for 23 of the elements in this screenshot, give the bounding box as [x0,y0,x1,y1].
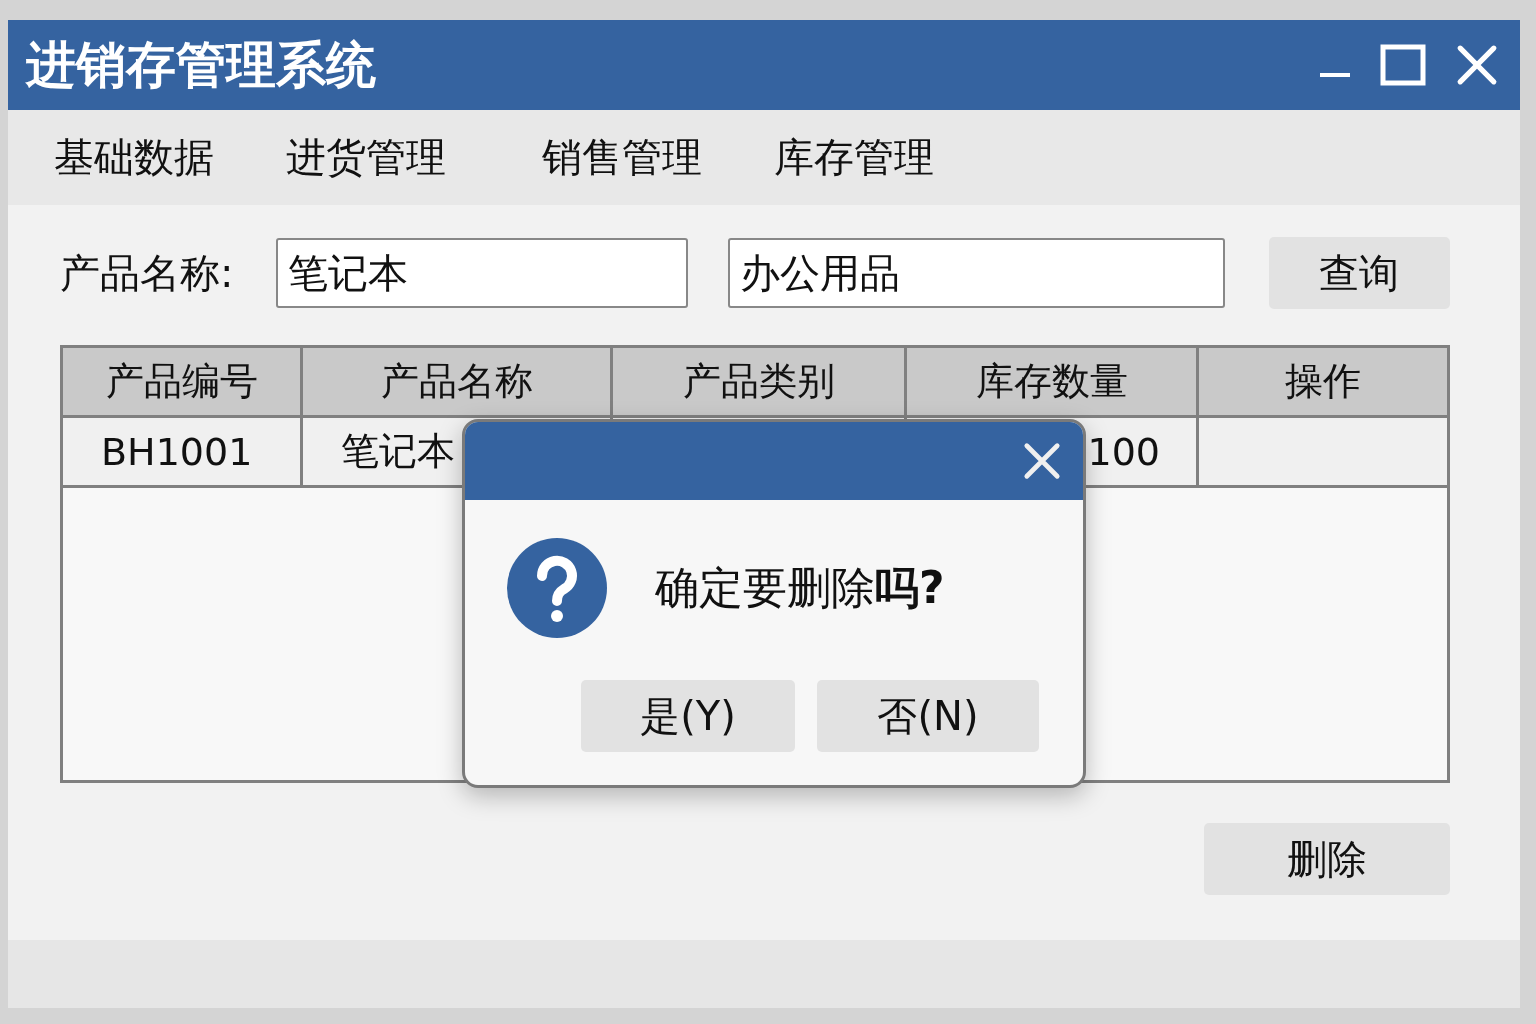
query-button[interactable]: 查询 [1268,237,1450,309]
column-header: 库存数量 [907,348,1199,415]
menu-item[interactable]: 销售管理 [540,130,704,185]
category-field[interactable]: 办公用品 [727,238,1225,308]
name-field[interactable]: 笔记本 [275,238,688,308]
menu-item[interactable]: 库存管理 [772,130,936,185]
question-icon [507,538,607,638]
minimize-icon[interactable] [1320,71,1350,79]
column-header: 操作 [1284,358,1362,405]
delete-button[interactable]: 删除 [1204,823,1450,895]
close-icon[interactable] [1023,442,1061,480]
window-title: 进销存管理系统 [26,34,377,96]
maximize-icon[interactable] [1380,44,1426,86]
no-button[interactable]: 否(N) [817,680,1039,752]
table-cell: BH1001 [63,418,303,485]
column-header: 产品名称 [303,348,613,415]
menu-item[interactable]: 进货管理 [284,130,448,185]
column-header: 产品编号 [63,348,303,415]
field-label: 产品名称: [60,248,235,298]
menu-item[interactable]: 基础数据 [52,130,216,185]
yes-button[interactable]: 是(Y) [581,680,795,752]
dialog-message: 确定要删除吗? [655,560,945,615]
column-header: 产品类别 [613,348,907,415]
